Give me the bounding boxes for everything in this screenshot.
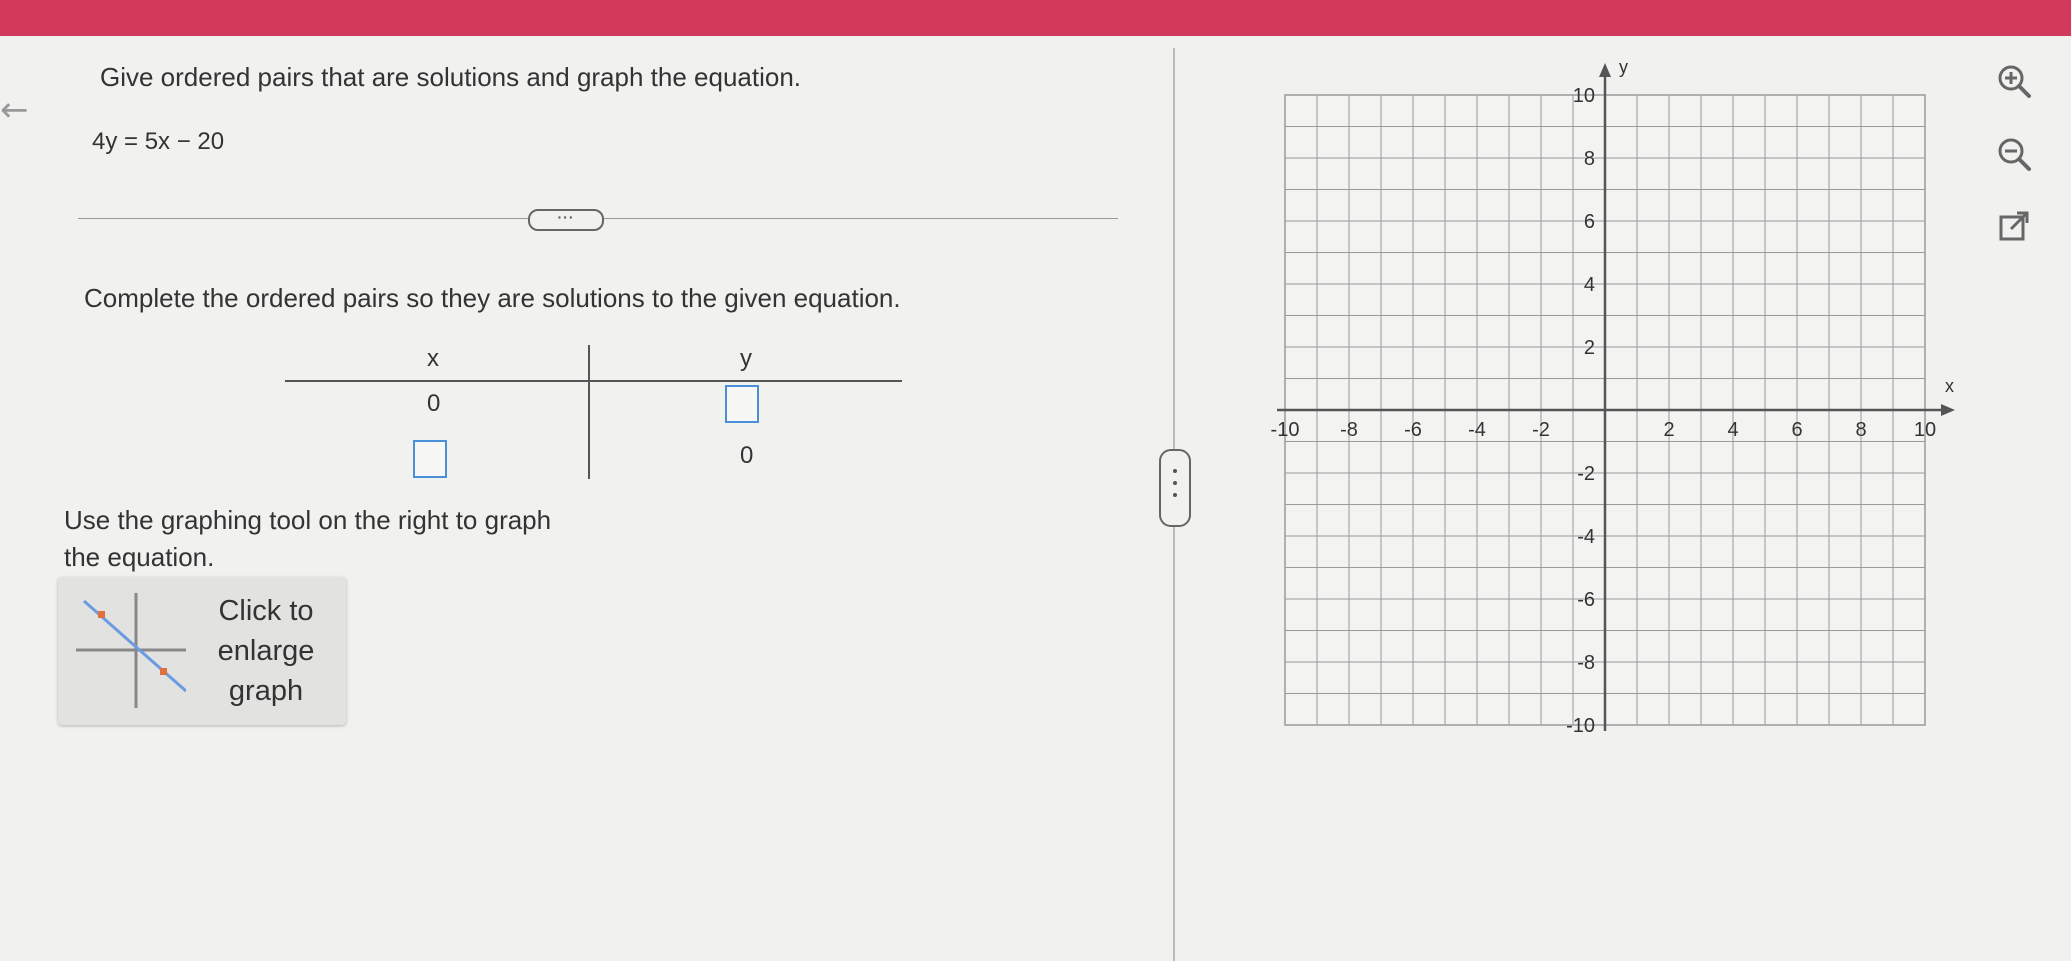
x-tick-label: 6 (1791, 419, 1802, 441)
y-tick-label: 4 (1584, 274, 1595, 296)
column-header-x: x (427, 345, 439, 372)
graph-area[interactable]: x y -10 -8 -6 -4 -2 2 4 6 8 10 10 8 6 4 2 -2 -4 -6 -8 -10 (1230, 50, 2010, 750)
y-tick-label: 10 (1573, 85, 1595, 107)
enlarge-graph-label: Click to enlarge graph (217, 595, 315, 707)
x-tick-label: 4 (1727, 419, 1738, 441)
problem-instruction: Give ordered pairs that are solutions an… (100, 62, 802, 92)
external-link-icon[interactable] (1993, 205, 2035, 247)
x-tick-label: 10 (1914, 419, 1936, 441)
x-tick-label: -4 (1468, 419, 1486, 441)
y-tick-label: -8 (1577, 652, 1595, 674)
show-more-button[interactable]: ··· (528, 209, 604, 231)
y-axis-arrow-icon (1599, 63, 1611, 77)
y-tick-label: -6 (1577, 589, 1595, 611)
ordered-pairs-table: x y 0 0 (285, 345, 902, 479)
table-header-rule (285, 380, 902, 382)
x-tick-label: -8 (1340, 419, 1358, 441)
answer-input-y-row1[interactable] (725, 385, 759, 423)
zoom-out-icon[interactable] (1993, 133, 2035, 175)
zoom-in-icon[interactable] (1993, 60, 2035, 102)
y-tick-label: -10 (1566, 715, 1595, 737)
enlarge-graph-button[interactable]: Click to enlarge graph (58, 577, 346, 725)
y-tick-label: 6 (1584, 211, 1595, 233)
equation: 4y = 5x − 20 (92, 128, 225, 155)
table-cell-y-row2: 0 (740, 442, 754, 469)
x-tick-label: -2 (1532, 419, 1550, 441)
column-header-y: y (740, 345, 752, 372)
pairs-instruction: Complete the ordered pairs so they are s… (84, 283, 901, 313)
table-column-divider (588, 345, 590, 479)
x-axis-arrow-icon (1941, 404, 1955, 416)
table-cell-x-row1: 0 (427, 390, 441, 417)
y-tick-label: -2 (1577, 463, 1595, 485)
y-tick-label: 2 (1584, 337, 1595, 359)
x-axis-label: x (1945, 376, 1954, 396)
question-pane (0, 36, 1170, 961)
pane-resize-handle[interactable] (1159, 449, 1191, 527)
graph-thumbnail-icon (76, 593, 186, 708)
y-tick-label: 8 (1584, 148, 1595, 170)
x-tick-label: -6 (1404, 419, 1422, 441)
x-tick-label: 8 (1855, 419, 1866, 441)
y-tick-label: -4 (1577, 526, 1595, 548)
x-tick-label: 2 (1663, 419, 1674, 441)
answer-input-x-row2[interactable] (413, 440, 447, 478)
x-tick-label: -10 (1271, 419, 1300, 441)
top-bar (0, 0, 2071, 36)
y-axis-label: y (1619, 57, 1628, 77)
graphing-instruction: Use the graphing tool on the right to gr… (64, 505, 552, 572)
